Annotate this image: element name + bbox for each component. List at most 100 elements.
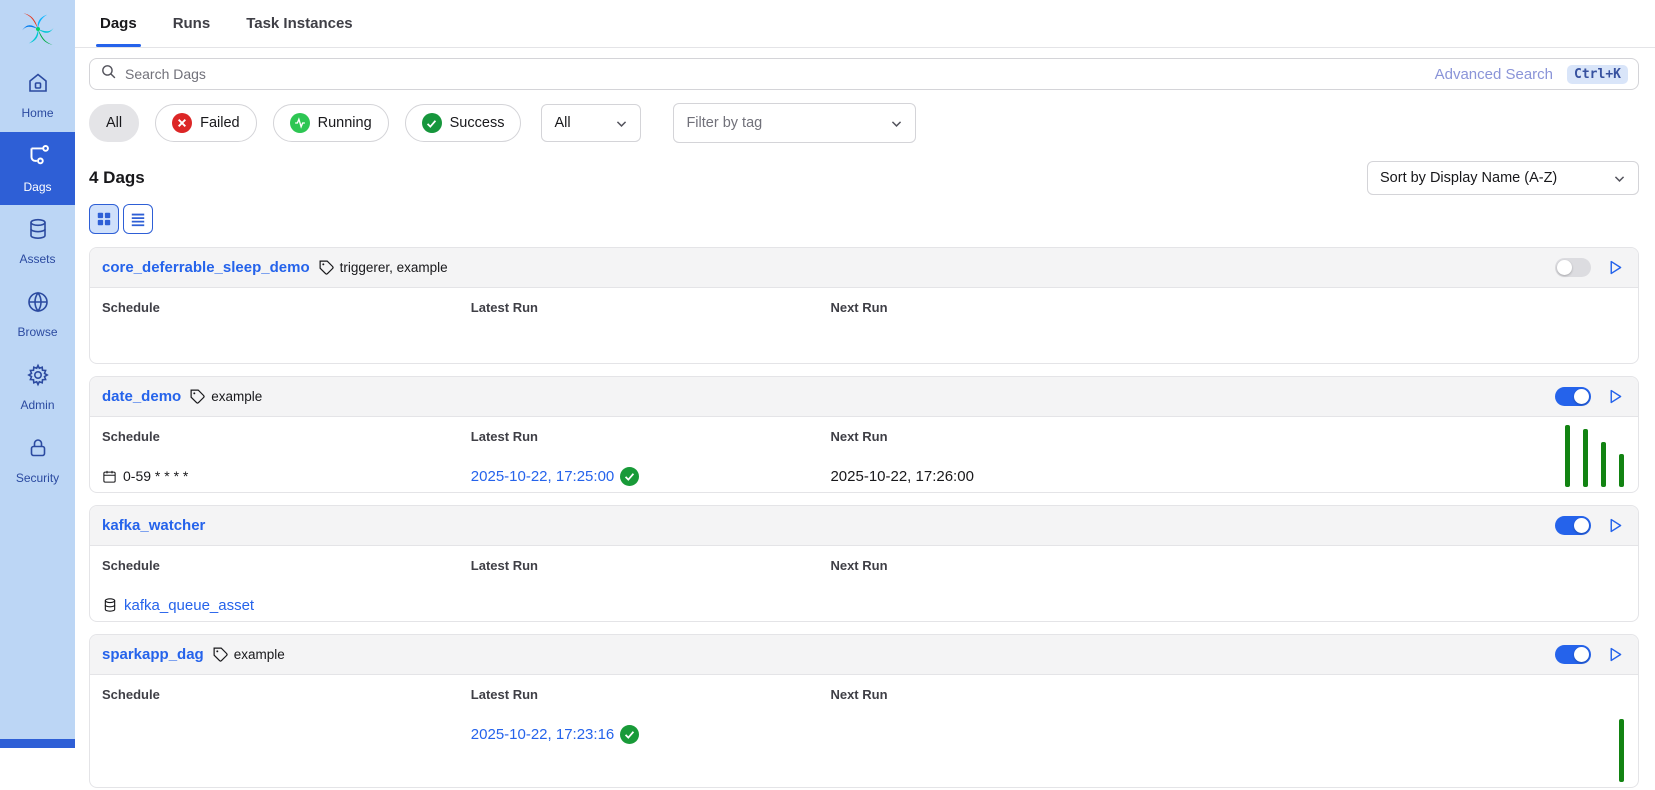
sidebar-item-label: Security — [16, 471, 59, 485]
advanced-search-link[interactable]: Advanced Search — [1435, 66, 1553, 83]
play-icon — [1607, 388, 1624, 405]
filter-chip-success[interactable]: Success — [405, 104, 522, 142]
play-icon — [1607, 517, 1624, 534]
schedule-column: Schedule — [102, 687, 471, 744]
play-icon — [1607, 259, 1624, 276]
schedule-column-label: Schedule — [102, 558, 471, 573]
dag-title-link[interactable]: core_deferrable_sleep_demo — [102, 259, 310, 276]
schedule-asset-link[interactable]: kafka_queue_asset — [102, 597, 254, 614]
next-run-value — [830, 337, 1626, 357]
tag-icon — [318, 259, 335, 276]
sort-select-value: Sort by Display Name (A-Z) — [1380, 170, 1557, 186]
sidebar-item-label: Browse — [17, 325, 57, 339]
tag-select-placeholder: Filter by tag — [686, 115, 762, 131]
run-success-check-icon — [620, 467, 639, 486]
search-icon — [100, 63, 117, 85]
next-run-column-label: Next Run — [830, 300, 1626, 315]
trigger-dag-button[interactable] — [1607, 388, 1624, 405]
running-pulse-icon — [290, 113, 310, 133]
list-view-icon — [130, 211, 146, 227]
schedule-cron: 0-59 * * * * — [102, 468, 188, 484]
toggle-knob — [1574, 518, 1589, 533]
schedule-value — [102, 724, 471, 744]
dag-tags-label: example — [234, 647, 285, 662]
trigger-dag-button[interactable] — [1607, 517, 1624, 534]
schedule-column: Schedule 0-59 * * * * — [102, 429, 471, 486]
run-bar[interactable] — [1565, 425, 1570, 487]
tab-runs[interactable]: Runs — [173, 0, 211, 47]
dag-card-title-group: sparkapp_dag example — [102, 646, 285, 663]
tab-task-instances[interactable]: Task Instances — [246, 0, 352, 47]
schedule-cron-text: 0-59 * * * * — [123, 468, 188, 484]
dag-card-title-group: core_deferrable_sleep_demo triggerer, ex… — [102, 259, 448, 276]
next-run-value — [830, 595, 1626, 615]
table-view-button[interactable] — [123, 204, 153, 234]
dag-card-body: Schedule Latest Run Next Run — [90, 288, 1638, 363]
dag-tags-label: triggerer, example — [340, 260, 448, 275]
filter-chip-all[interactable]: All — [89, 104, 139, 142]
sort-select[interactable]: Sort by Display Name (A-Z) — [1367, 161, 1639, 195]
filters-row: All Failed Running — [89, 103, 1639, 143]
dag-count: 4 Dags — [89, 168, 145, 188]
search-input[interactable] — [125, 66, 1628, 82]
airflow-logo[interactable] — [17, 0, 59, 59]
success-check-icon — [422, 113, 442, 133]
dag-title-link[interactable]: kafka_watcher — [102, 517, 205, 534]
calendar-icon — [102, 469, 117, 484]
run-bar[interactable] — [1583, 429, 1588, 487]
dag-card-controls — [1555, 387, 1624, 406]
next-run-column-label: Next Run — [830, 687, 1626, 702]
app-window: Home Dags Assets Browse Admin — [0, 0, 1655, 790]
run-bar[interactable] — [1619, 454, 1624, 487]
dag-pause-toggle[interactable] — [1555, 645, 1591, 664]
dag-title-link[interactable]: date_demo — [102, 388, 181, 405]
state-select[interactable]: All — [541, 104, 641, 142]
gear-icon — [26, 363, 50, 392]
sidebar-bottom-indicator — [0, 739, 75, 748]
run-bar[interactable] — [1619, 719, 1624, 782]
dag-card-header: sparkapp_dag example — [90, 635, 1638, 675]
filter-chip-failed[interactable]: Failed — [155, 104, 257, 142]
sidebar-item-home[interactable]: Home — [0, 59, 75, 132]
latest-run-link[interactable]: 2025-10-22, 17:25:00 — [471, 468, 614, 485]
dag-pause-toggle[interactable] — [1555, 387, 1591, 406]
card-view-button[interactable] — [89, 204, 119, 234]
sidebar-item-browse[interactable]: Browse — [0, 278, 75, 351]
schedule-column: Schedule — [102, 300, 471, 357]
next-run-column: Next Run — [830, 558, 1626, 615]
chevron-down-icon — [1613, 172, 1626, 185]
main-panel: Dags Runs Task Instances Advanced Search… — [75, 0, 1655, 790]
dag-card-controls — [1555, 258, 1624, 277]
tab-dags[interactable]: Dags — [100, 0, 137, 47]
latest-run-link[interactable]: 2025-10-22, 17:23:16 — [471, 726, 614, 743]
sidebar-item-security[interactable]: Security — [0, 424, 75, 497]
sidebar-item-dags[interactable]: Dags — [0, 132, 75, 205]
schedule-column-label: Schedule — [102, 429, 471, 444]
trigger-dag-button[interactable] — [1607, 646, 1624, 663]
next-run-value: 2025-10-22, 17:26:00 — [830, 466, 1626, 486]
run-duration-bars — [1565, 425, 1624, 487]
latest-run-column-label: Latest Run — [471, 429, 831, 444]
dag-pause-toggle[interactable] — [1555, 258, 1591, 277]
filter-chip-running[interactable]: Running — [273, 104, 389, 142]
run-bar[interactable] — [1601, 442, 1606, 487]
latest-run-column-label: Latest Run — [471, 687, 831, 702]
dag-card-controls — [1555, 645, 1624, 664]
dag-icon — [25, 143, 51, 174]
toggle-knob — [1557, 260, 1572, 275]
tag-filter-select[interactable]: Filter by tag — [673, 103, 916, 143]
trigger-dag-button[interactable] — [1607, 259, 1624, 276]
dag-title-link[interactable]: sparkapp_dag — [102, 646, 204, 663]
next-run-column: Next Run — [830, 687, 1626, 744]
dag-card-title-group: kafka_watcher — [102, 517, 205, 534]
chip-label: Success — [450, 115, 505, 131]
dag-pause-toggle[interactable] — [1555, 516, 1591, 535]
next-run-column-label: Next Run — [830, 558, 1626, 573]
shortcut-badge: Ctrl+K — [1567, 65, 1628, 84]
latest-run-column: Latest Run — [471, 300, 831, 357]
sidebar-item-admin[interactable]: Admin — [0, 351, 75, 424]
search-bar: Advanced Search Ctrl+K — [89, 58, 1639, 90]
run-duration-bars — [1619, 719, 1624, 782]
sidebar-item-assets[interactable]: Assets — [0, 205, 75, 278]
latest-run-column-label: Latest Run — [471, 300, 831, 315]
